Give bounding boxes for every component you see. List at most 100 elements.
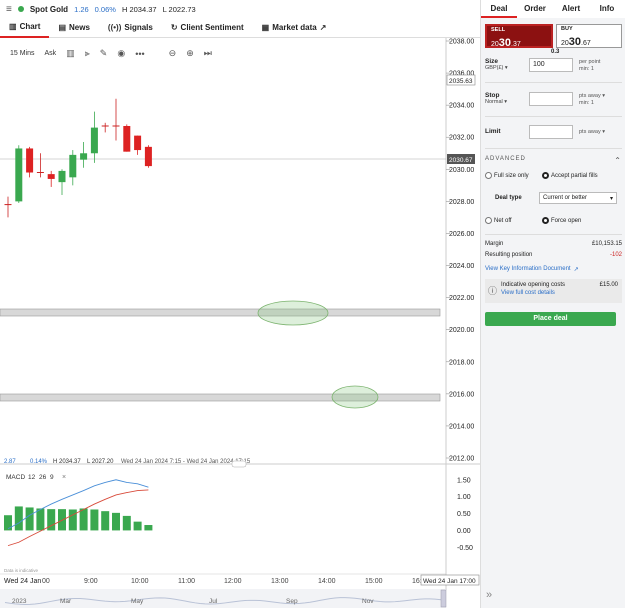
deal-ticket: Deal Order Alert Info SELL 2030.37 BUY 2… [480, 0, 625, 608]
macd-histogram-bar [68, 509, 77, 531]
cost-row: Indicative opening costs £15.00 [501, 282, 618, 288]
candle-body [58, 170, 66, 183]
buy-button[interactable]: BUY 2030.67 [556, 24, 622, 48]
tab-label: Client Sentiment [180, 23, 244, 32]
buy-price-decimals: .67 [581, 40, 591, 47]
overview-label: Mar [60, 598, 72, 605]
zoom-out-icon[interactable]: ⊖ [169, 48, 177, 59]
info-icon: ⓘ [488, 286, 498, 296]
instrument-header: ≡ Spot Gold 1.26 0.06% H 2034.37 L 2022.… [0, 0, 480, 18]
macd-y-tick-label: 1.50 [457, 477, 471, 484]
overview-range-handle[interactable] [440, 589, 447, 608]
trading-platform: { "topbar": {"symbol": "Spot Gold", "cha… [0, 0, 625, 608]
sell-price-decimals: .37 [511, 41, 521, 48]
full-size-label: Full size only [494, 173, 529, 180]
macd-histogram-bar [101, 511, 110, 531]
indicative-note: Data is indicative [4, 568, 39, 573]
stop-input[interactable] [529, 92, 573, 106]
interval-selector[interactable]: 15 Mins [10, 50, 35, 57]
candle-body [47, 174, 55, 179]
y-tick-label: 2018.00 [449, 359, 474, 366]
building-icon: ▦ [261, 23, 270, 32]
stop-unit[interactable]: pts away ▾ [579, 93, 605, 100]
price-type-selector[interactable]: Ask [45, 50, 57, 57]
x-tick-label: 12:00 [224, 578, 242, 585]
y-tick-label: 2026.00 [449, 231, 474, 238]
partial-fills-label: Accept partial fills [551, 173, 598, 180]
chart-status-text: Wed 24 Jan 2024 7:15 - Wed 24 Jan 2024 1… [121, 459, 251, 465]
overview-label: May [131, 598, 144, 605]
tab-client-sentiment[interactable]: ↻ Client Sentiment [162, 18, 253, 38]
eye-icon[interactable]: ◉ [117, 48, 125, 59]
buy-price-big: 30 [568, 36, 582, 48]
macd-histogram-bar [36, 508, 45, 531]
skip-end-icon[interactable]: ⏭ [204, 48, 212, 59]
sell-button[interactable]: SELL 2030.37 [485, 24, 553, 49]
external-link-icon: ↗ [319, 23, 327, 32]
partial-fills-option[interactable]: Accept partial fills [542, 172, 598, 179]
limit-input[interactable] [529, 125, 573, 139]
tab-label: Chart [19, 22, 41, 31]
y-tick-label: 2012.00 [449, 456, 474, 463]
overview-label: Sep [286, 598, 298, 605]
advanced-header[interactable]: ADVANCED ⌃ [485, 156, 622, 165]
y-tick-label: 2020.00 [449, 327, 474, 334]
collapse-panel-icon[interactable]: » [486, 589, 492, 601]
macd-param: 12 [28, 474, 36, 481]
y-tick-label: 2028.00 [449, 199, 474, 206]
macd-histogram-bar [14, 506, 23, 531]
x-current-tag-text: Wed 24 Jan 17:00 [423, 578, 476, 585]
kid-link[interactable]: View Key Information Document ↗ [485, 266, 622, 273]
tab-news[interactable]: ▤ News [49, 18, 98, 38]
tab-order[interactable]: Order [517, 0, 553, 18]
tab-signals[interactable]: ((•)) Signals [99, 18, 162, 38]
macd-label: MACD [6, 474, 25, 481]
place-deal-button[interactable]: Place deal [485, 312, 616, 326]
force-open-option[interactable]: Force open [542, 217, 581, 224]
x-tick-label: 15:00 [365, 578, 383, 585]
full-size-option[interactable]: Full size only [485, 172, 529, 179]
drag-handle[interactable] [331, 385, 379, 409]
close-icon[interactable]: × [62, 474, 66, 481]
menu-icon[interactable]: ≡ [6, 4, 12, 15]
x-tick-label: 11:00 [178, 578, 195, 585]
cost-details-link[interactable]: View full cost details [501, 290, 618, 296]
y-tick-label: 2014.00 [449, 423, 474, 430]
day-low: L 2022.73 [162, 4, 196, 14]
draw-icon[interactable]: ✎ [100, 48, 108, 59]
size-input[interactable]: 100 [529, 58, 573, 72]
signals-icon: ((•)) [107, 23, 122, 32]
chart-type-icon[interactable]: ▥ [66, 48, 75, 59]
tab-info[interactable]: Info [589, 0, 625, 18]
macd-y-tick-label: 0.50 [457, 511, 471, 518]
pane-resize-handle[interactable] [231, 460, 247, 468]
y-tick-label: 2030.00 [449, 167, 474, 174]
zoom-in-icon[interactable]: ⊕ [186, 48, 194, 59]
tab-deal[interactable]: Deal [481, 0, 517, 18]
chart-tabs: ▥ Chart ▤ News ((•)) Signals ↻ Client Sentim… [0, 18, 480, 38]
y-tick-label: 2034.00 [449, 103, 474, 110]
more-icon[interactable]: ••• [135, 49, 144, 59]
tab-alert[interactable]: Alert [553, 0, 589, 18]
size-min: min: 1 [579, 66, 594, 72]
candle-body [144, 146, 152, 167]
divider [485, 148, 622, 149]
indicators-icon[interactable]: ⫸ [85, 48, 90, 59]
net-off-option[interactable]: Net off [485, 217, 512, 224]
deal-type-select[interactable]: Current or better ▾ [539, 192, 617, 204]
deal-type-label: Deal type [495, 195, 522, 201]
tab-label: News [69, 23, 90, 32]
chart-icon: ▥ [9, 22, 17, 31]
sell-label: SELL [491, 27, 506, 33]
limit-unit[interactable]: pts away ▾ [579, 129, 605, 136]
macd-y-tick-label: 1.00 [457, 494, 471, 501]
alert-level-band[interactable] [0, 308, 441, 317]
chevron-down-icon: ▾ [609, 196, 613, 202]
price-chart[interactable]: 2038.002036.002034.002032.002030.002028.… [0, 38, 480, 608]
tab-chart[interactable]: ▥ Chart [0, 18, 50, 38]
upper-price-tag-text: 2035.63 [449, 78, 473, 85]
drag-handle[interactable] [257, 300, 329, 326]
macd-histogram-bar [25, 507, 34, 531]
macd-y-tick-label: 0.00 [457, 528, 471, 535]
tab-market-data[interactable]: ▦ Market data ↗ [253, 18, 336, 38]
